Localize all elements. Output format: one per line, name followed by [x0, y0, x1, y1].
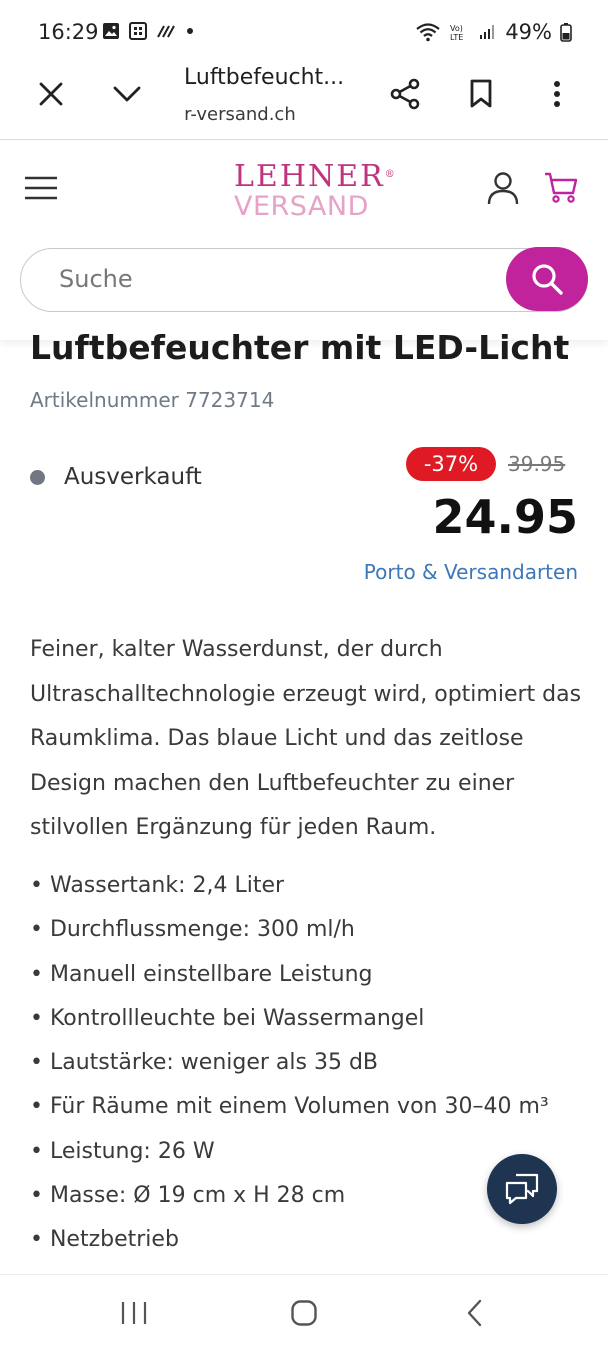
wifi-icon	[416, 23, 441, 42]
bookmark-icon	[470, 79, 492, 108]
discount-badge: -37%	[406, 447, 496, 481]
more-options-button[interactable]	[533, 70, 581, 118]
search-button[interactable]	[506, 247, 588, 311]
status-system-icons: Vo) LTE 49%	[415, 20, 572, 44]
cart-icon	[545, 172, 578, 203]
tab-title: Luftbefeucht...	[184, 65, 345, 90]
svg-text:LTE: LTE	[450, 33, 463, 42]
current-price: 24.95	[432, 490, 578, 544]
search-icon	[532, 264, 563, 295]
status-notification-icons	[102, 22, 195, 40]
stock-status-dot	[30, 469, 45, 485]
tab-url[interactable]: ler-versand.ch	[184, 104, 324, 125]
home-icon	[291, 1300, 317, 1326]
logo-text-bottom: VERSAND	[234, 191, 369, 222]
search-bar	[20, 247, 588, 312]
bookmark-button[interactable]	[457, 70, 505, 118]
logo-registered-mark: ®	[384, 169, 397, 180]
feature-item: • Lautstärke: weniger als 35 dB	[30, 1050, 379, 1076]
user-icon	[487, 172, 519, 205]
close-icon	[39, 82, 63, 106]
share-icon	[390, 78, 420, 110]
feature-item: • Kontrollleuchte bei Wassermangel	[30, 1005, 425, 1031]
site-header: LEHNER® VERSAND	[0, 140, 608, 340]
home-button[interactable]	[280, 1289, 328, 1337]
svg-text:Vo): Vo)	[450, 24, 463, 33]
old-price: 39.95	[508, 452, 566, 476]
more-vert-icon	[554, 81, 560, 107]
signal-pattern-icon	[157, 25, 175, 38]
recent-apps-button[interactable]	[110, 1289, 158, 1337]
feature-item: • Für Räume mit einem Volumen von 30–40 …	[30, 1094, 549, 1120]
feature-item: • Durchflussmenge: 300 ml/h	[30, 917, 355, 943]
back-button[interactable]	[451, 1289, 499, 1337]
share-button[interactable]	[381, 70, 429, 118]
search-input[interactable]	[59, 265, 479, 293]
feature-item: • Netzbetrieb	[30, 1227, 179, 1253]
dot-icon	[187, 28, 193, 34]
battery-percentage: 49%	[505, 20, 552, 44]
browser-toolbar: Luftbefeucht... ler-versand.ch	[0, 62, 608, 140]
back-icon	[467, 1299, 482, 1327]
site-logo[interactable]: LEHNER® VERSAND	[234, 162, 397, 222]
battery-icon	[560, 23, 572, 42]
status-bar: 16:29 Vo) LTE 49%	[0, 0, 608, 64]
menu-button[interactable]	[17, 164, 65, 212]
recent-apps-icon	[121, 1302, 147, 1324]
gallery-icon	[103, 23, 119, 39]
volte-icon: Vo)LTE	[450, 24, 463, 42]
logo-text-top: LEHNER	[234, 159, 385, 194]
nfc-icon	[129, 22, 147, 40]
chat-button[interactable]	[487, 1154, 557, 1224]
product-title: Luftbefeuchter mit LED-Licht	[30, 328, 570, 367]
cart-button[interactable]	[537, 164, 585, 212]
hamburger-menu-icon	[25, 176, 57, 200]
minimize-button[interactable]	[103, 70, 151, 118]
chat-icon	[505, 1173, 539, 1205]
shipping-info-link[interactable]: Porto & Versandarten	[364, 560, 578, 584]
product-description: Feiner, kalter Wasserdunst, der durch Ul…	[30, 637, 582, 840]
stock-status-text: Ausverkauft	[64, 464, 202, 490]
tab-url-text: ler-versand.ch	[184, 104, 296, 125]
stock-status: Ausverkauft	[30, 464, 202, 490]
feature-item: • Wassertank: 2,4 Liter	[30, 873, 285, 898]
account-button[interactable]	[479, 164, 527, 212]
chevron-down-icon	[113, 86, 141, 102]
article-number: Artikelnummer 7723714	[30, 388, 275, 412]
feature-item: • Manuell einstellbare Leistung	[30, 961, 373, 987]
system-navigation-bar	[0, 1274, 608, 1350]
status-time: 16:29	[38, 20, 99, 44]
close-tab-button[interactable]	[27, 70, 75, 118]
cell-signal-icon	[480, 25, 495, 39]
